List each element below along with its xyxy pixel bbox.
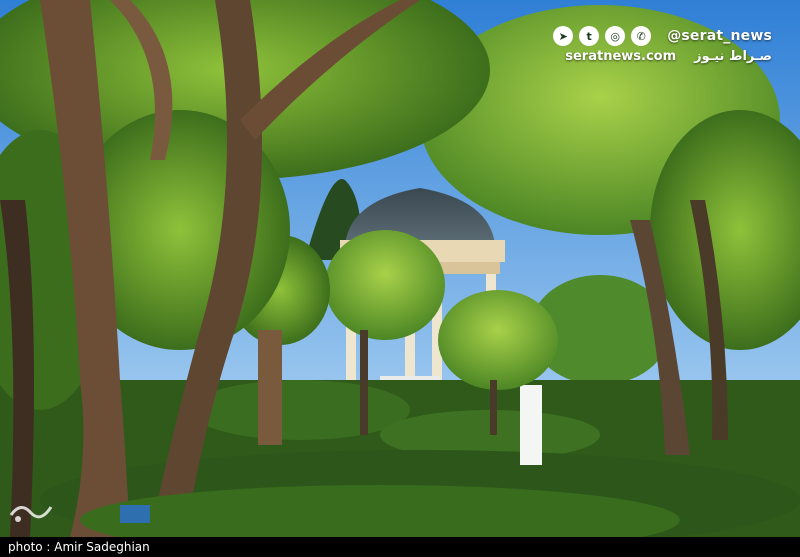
instagram-icon[interactable]: ◎ (605, 26, 626, 46)
whatsapp-icon[interactable]: ✆ (631, 26, 652, 46)
logo-mark-icon (9, 506, 53, 522)
orange-tree (438, 290, 558, 390)
site-url: seratnews.com (565, 49, 677, 64)
orange-tree (325, 230, 445, 340)
photo-frame: ➤ t ◎ ✆ @serat_news seratnews.com صـراط … (0, 0, 800, 557)
site-name-persian: صـراط نیـوز (694, 49, 772, 64)
sign-post (520, 385, 542, 465)
photo-credit: photo : Amir Sadeghian (8, 540, 150, 554)
photo-credit-bar: photo : Amir Sadeghian (0, 537, 800, 557)
twitter-icon[interactable]: t (579, 26, 600, 46)
watermark: ➤ t ◎ ✆ @serat_news seratnews.com صـراط … (553, 26, 772, 64)
telegram-icon[interactable]: ➤ (553, 26, 574, 46)
social-handle: @serat_news (667, 28, 772, 44)
garden-photo (0, 0, 800, 537)
